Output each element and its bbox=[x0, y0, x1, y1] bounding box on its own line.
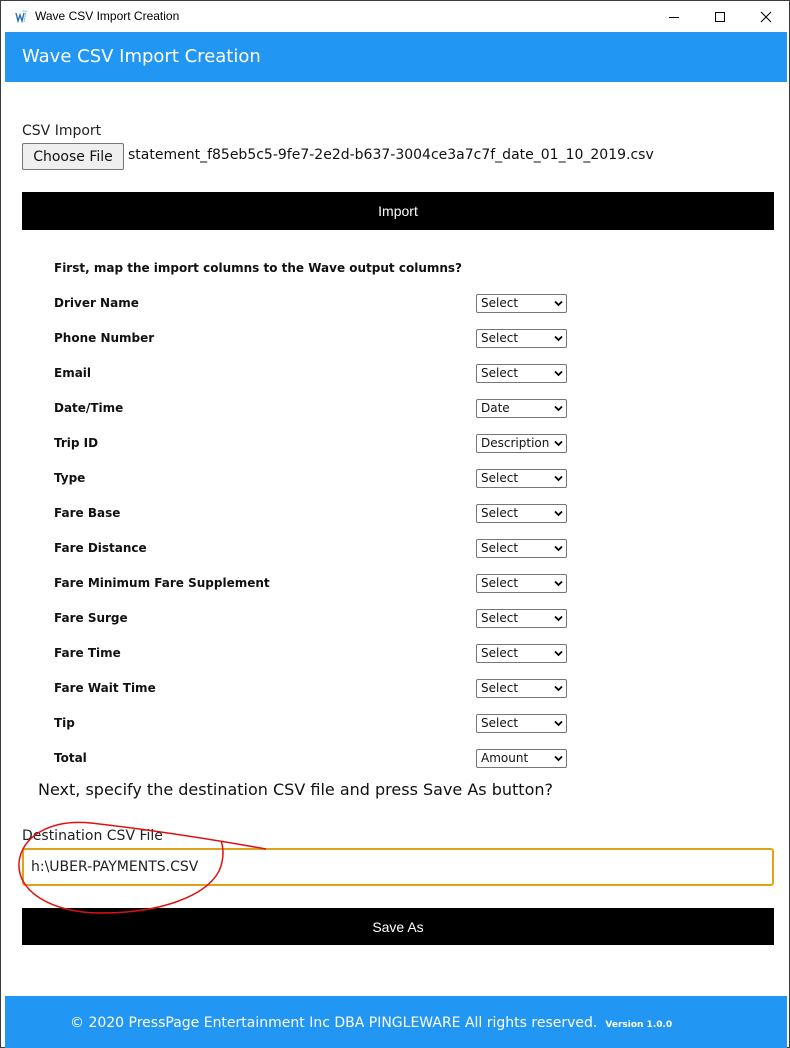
mapping-select-value: Select bbox=[481, 716, 519, 730]
mapping-label: Phone Number bbox=[54, 331, 155, 345]
chevron-down-icon bbox=[554, 405, 563, 412]
mapping-row: Phone Number Select bbox=[54, 329, 574, 349]
mapping-select[interactable]: Select bbox=[476, 504, 567, 523]
mapping-row: Total Amount bbox=[54, 749, 574, 769]
mapping-label: Email bbox=[54, 366, 92, 380]
mapping-row: Driver Name Select bbox=[54, 294, 574, 314]
destination-file-input[interactable] bbox=[22, 848, 774, 886]
mapping-select[interactable]: Select bbox=[476, 364, 567, 383]
copyright-text: © 2020 PressPage Entertainment Inc DBA P… bbox=[70, 1015, 598, 1031]
mapping-select-value: Select bbox=[481, 681, 519, 695]
mapping-row: Type Select bbox=[54, 469, 574, 489]
mapping-label: Driver Name bbox=[54, 296, 139, 310]
chevron-down-icon bbox=[554, 335, 563, 342]
app-header: Wave CSV Import Creation bbox=[5, 32, 787, 82]
choose-file-button[interactable]: Choose File bbox=[22, 143, 124, 170]
mapping-select-value: Select bbox=[481, 471, 519, 485]
save-as-button[interactable]: Save As bbox=[22, 908, 774, 945]
mapping-row: Fare Time Select bbox=[54, 644, 574, 664]
csv-import-label: CSV Import bbox=[22, 123, 102, 139]
chevron-down-icon bbox=[554, 720, 563, 727]
mapping-row: Fare Minimum Fare Supplement Select bbox=[54, 574, 574, 594]
app-footer: © 2020 PressPage Entertainment Inc DBA P… bbox=[5, 996, 787, 1048]
app-window: Wave CSV Import Creation Wave CSV Import… bbox=[0, 0, 790, 1048]
mapping-select-value: Amount bbox=[481, 751, 529, 765]
mapping-select-value: Select bbox=[481, 541, 519, 555]
mapping-row: Fare Distance Select bbox=[54, 539, 574, 559]
destination-instruction: Next, specify the destination CSV file a… bbox=[38, 780, 553, 799]
mapping-row: Tip Select bbox=[54, 714, 574, 734]
chevron-down-icon bbox=[554, 615, 563, 622]
mapping-select[interactable]: Select bbox=[476, 609, 567, 628]
mapping-select[interactable]: Select bbox=[476, 644, 567, 663]
window-title: Wave CSV Import Creation bbox=[35, 9, 180, 23]
mapping-select-value: Select bbox=[481, 331, 519, 345]
mapping-select-value: Select bbox=[481, 646, 519, 660]
header-title: Wave CSV Import Creation bbox=[22, 46, 261, 67]
mapping-label: Tip bbox=[54, 716, 75, 730]
mapping-row: Fare Surge Select bbox=[54, 609, 574, 629]
mapping-label: Fare Base bbox=[54, 506, 121, 520]
mapping-row: Date/Time Date bbox=[54, 399, 574, 419]
chevron-down-icon bbox=[554, 475, 563, 482]
mapping-select-value: Description bbox=[481, 436, 550, 450]
mapping-select[interactable]: Description bbox=[476, 434, 567, 453]
mapping-select-value: Select bbox=[481, 506, 519, 520]
selected-file-name: statement_f85eb5c5-9fe7-2e2d-b637-3004ce… bbox=[128, 147, 654, 163]
mapping-label: Date/Time bbox=[54, 401, 124, 415]
mapping-row: Fare Base Select bbox=[54, 504, 574, 524]
mapping-select[interactable]: Date bbox=[476, 399, 567, 418]
import-button[interactable]: Import bbox=[22, 192, 774, 230]
footer-text: © 2020 PressPage Entertainment Inc DBA P… bbox=[70, 1015, 672, 1031]
mapping-select-value: Select bbox=[481, 576, 519, 590]
chevron-down-icon bbox=[554, 755, 563, 762]
mapping-select[interactable]: Select bbox=[476, 574, 567, 593]
chevron-down-icon bbox=[554, 580, 563, 587]
mapping-label: Type bbox=[54, 471, 86, 485]
mapping-select[interactable]: Select bbox=[476, 329, 567, 348]
mapping-select[interactable]: Select bbox=[476, 294, 567, 313]
mapping-label: Trip ID bbox=[54, 436, 99, 450]
maximize-icon bbox=[715, 11, 725, 22]
mapping-label: Fare Surge bbox=[54, 611, 128, 625]
maximize-button[interactable] bbox=[697, 1, 743, 32]
mapping-select[interactable]: Select bbox=[476, 469, 567, 488]
mapping-select-value: Select bbox=[481, 611, 519, 625]
mapping-label: Fare Distance bbox=[54, 541, 147, 555]
destination-label: Destination CSV File bbox=[22, 828, 163, 844]
mapping-select[interactable]: Amount bbox=[476, 749, 567, 768]
chevron-down-icon bbox=[554, 685, 563, 692]
mapping-row: Fare Wait Time Select bbox=[54, 679, 574, 699]
minimize-button[interactable] bbox=[651, 1, 697, 32]
chevron-down-icon bbox=[554, 440, 563, 447]
chevron-down-icon bbox=[554, 510, 563, 517]
mapping-heading: First, map the import columns to the Wav… bbox=[54, 261, 463, 275]
mapping-label: Fare Minimum Fare Supplement bbox=[54, 576, 270, 590]
mapping-label: Total bbox=[54, 751, 87, 765]
mapping-row: Trip ID Description bbox=[54, 434, 574, 454]
mapping-select-value: Date bbox=[481, 401, 510, 415]
chevron-down-icon bbox=[554, 370, 563, 377]
chevron-down-icon bbox=[554, 300, 563, 307]
app-logo-icon bbox=[15, 10, 27, 23]
title-bar[interactable]: Wave CSV Import Creation bbox=[1, 1, 789, 32]
minimize-icon bbox=[669, 16, 679, 18]
chevron-down-icon bbox=[554, 545, 563, 552]
close-button[interactable] bbox=[743, 1, 789, 32]
version-text: Version 1.0.0 bbox=[605, 1020, 673, 1030]
mapping-select[interactable]: Select bbox=[476, 539, 567, 558]
mapping-select-value: Select bbox=[481, 366, 519, 380]
chevron-down-icon bbox=[554, 650, 563, 657]
close-icon bbox=[760, 11, 772, 22]
mapping-select[interactable]: Select bbox=[476, 714, 567, 733]
mapping-row: Email Select bbox=[54, 364, 574, 384]
mapping-select-value: Select bbox=[481, 296, 519, 310]
mapping-label: Fare Time bbox=[54, 646, 121, 660]
mapping-label: Fare Wait Time bbox=[54, 681, 156, 695]
mapping-select[interactable]: Select bbox=[476, 679, 567, 698]
